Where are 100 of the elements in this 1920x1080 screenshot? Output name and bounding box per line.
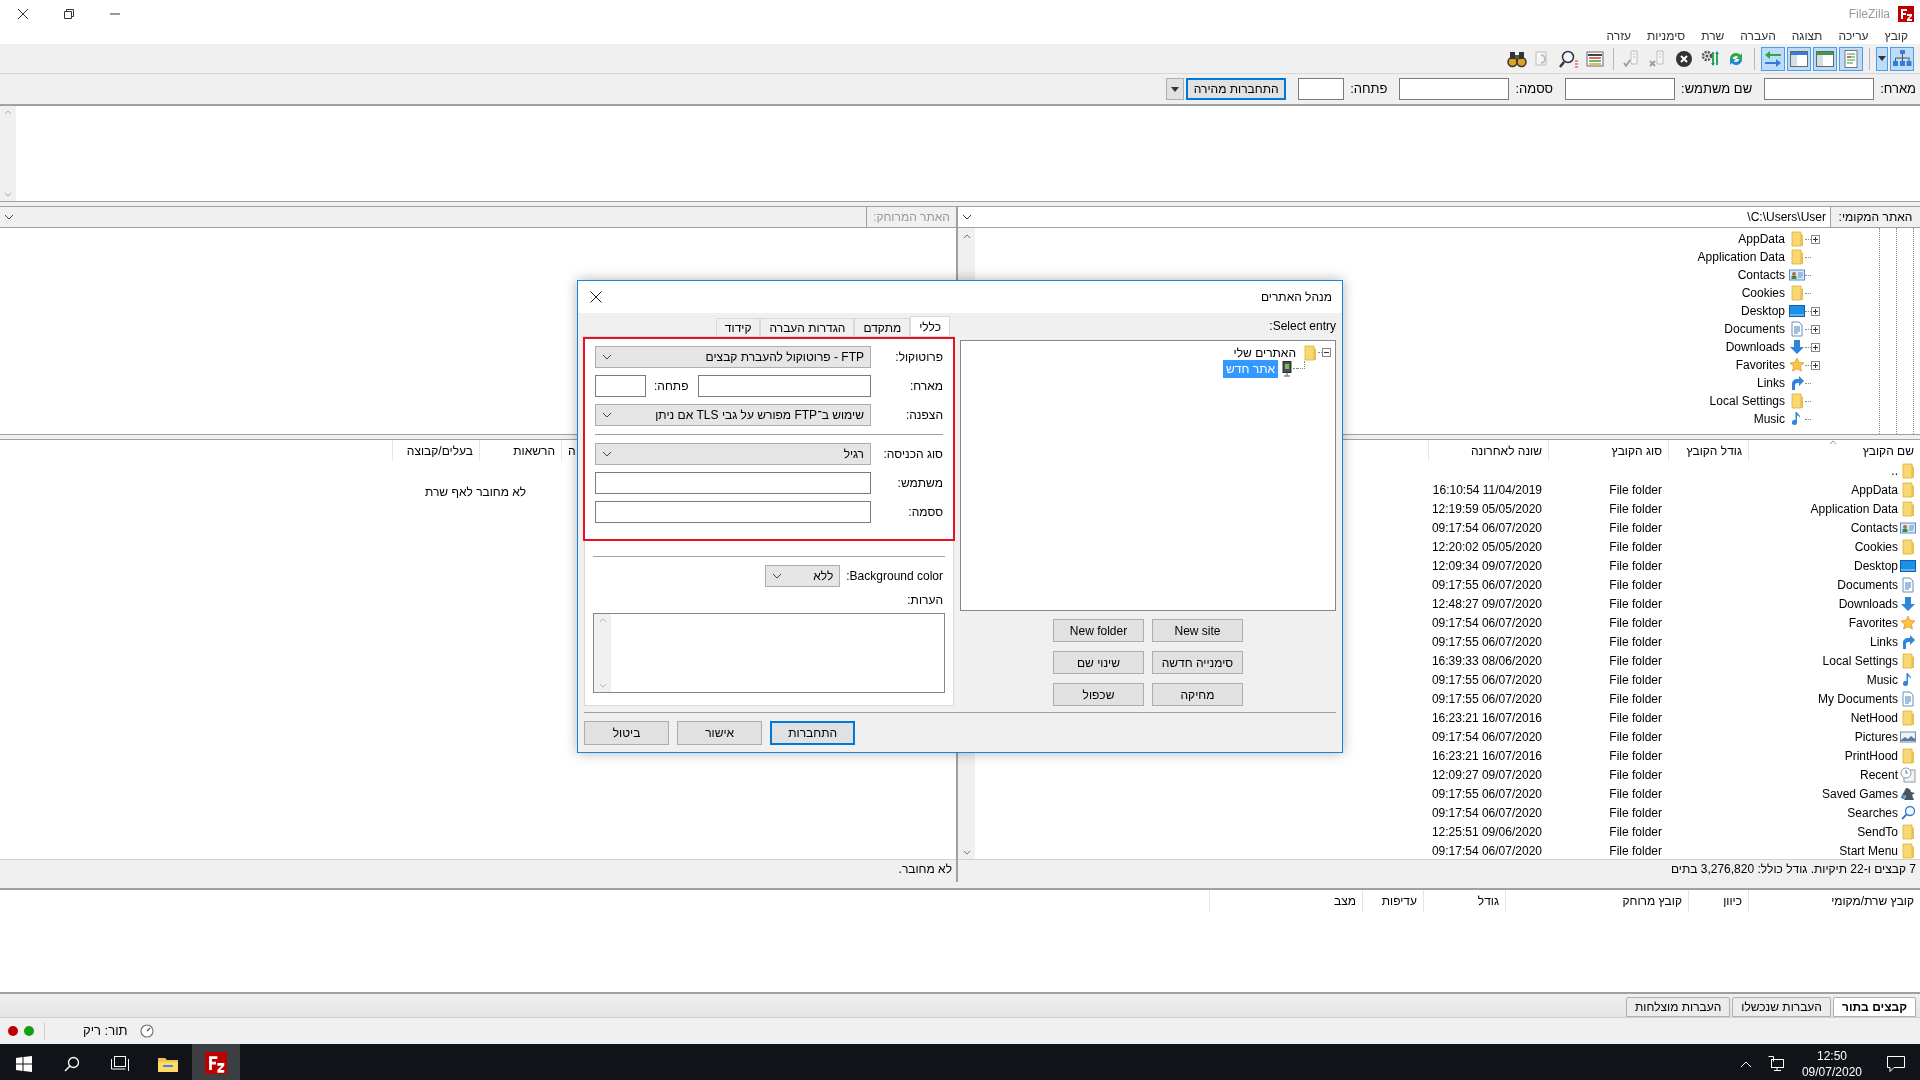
tab[interactable]: מתקדם [854, 318, 911, 336]
table-cell: 09:17:54 06/07/2020 [1431, 729, 1542, 744]
table-cell: 12:19:59 05/05/2020 [1431, 501, 1542, 516]
tree-item[interactable]: Application Data [1697, 248, 1789, 266]
menu-item[interactable]: סימניות [1647, 28, 1686, 44]
dropdown[interactable]: רגיל [595, 443, 871, 465]
file-name[interactable]: Cookies [1854, 537, 1898, 556]
file-name[interactable]: Recent [1859, 765, 1898, 784]
file-name[interactable]: Pictures [1854, 727, 1898, 746]
table-cell: File folder [1609, 501, 1662, 516]
table-cell: 12:09:34 09/07/2020 [1431, 558, 1542, 573]
dropdown[interactable]: ללא [765, 565, 841, 587]
column-header[interactable]: קובץ שרת/מקומי [1831, 892, 1914, 910]
table-cell: 09:17:54 06/07/2020 [1431, 615, 1542, 630]
table-cell: 09:17:55 06/07/2020 [1431, 634, 1542, 649]
column-header[interactable]: שונה לאחרונה [1470, 441, 1542, 460]
dropdown[interactable]: שימוש ב־FTP מפורש על גבי TLS אם ניתן [595, 404, 871, 426]
tree-item[interactable]: Local Settings [1709, 392, 1789, 410]
dialog-button[interactable]: מחיקה [1152, 683, 1243, 706]
tab[interactable]: העברות מוצלחות [1626, 997, 1731, 1017]
file-name[interactable]: PrintHood [1844, 746, 1898, 765]
file-name[interactable]: Searches [1847, 803, 1898, 822]
file-name[interactable]: My Documents [1817, 689, 1898, 708]
table-cell: File folder [1609, 786, 1662, 801]
dialog-button[interactable]: התחברות [770, 721, 856, 745]
table-cell: File folder [1609, 710, 1662, 725]
table-cell: 12:48:27 09/07/2020 [1431, 596, 1542, 611]
column-header[interactable]: כיוון [1723, 892, 1742, 910]
clock-date[interactable]: 09/07/2020 [1801, 1064, 1862, 1080]
tree-item[interactable]: Music [1753, 410, 1789, 428]
file-name[interactable]: Favorites [1848, 613, 1898, 632]
tree-item[interactable]: Contacts [1737, 266, 1789, 284]
dialog-button[interactable]: ביטול [584, 721, 670, 745]
dialog-button[interactable]: סימנייה חדשה [1152, 651, 1243, 674]
column-header[interactable]: ה [568, 441, 576, 460]
tree-item[interactable]: האתרים שלי [1230, 343, 1299, 362]
file-name[interactable]: .. [1891, 461, 1898, 480]
tab[interactable]: הגדרות העברה [760, 318, 855, 336]
dropdown[interactable]: FTP - פרוטוקול להעברת קבצים [595, 346, 871, 368]
file-name[interactable]: SendTo [1857, 822, 1898, 841]
column-header[interactable]: סוג הקובץ [1611, 441, 1662, 460]
menu-item[interactable]: קובץ [1884, 28, 1908, 44]
dialog-button[interactable]: New site [1152, 619, 1243, 642]
tab[interactable]: העברות שנכשלו [1732, 997, 1831, 1017]
tree-item[interactable]: Cookies [1741, 284, 1789, 302]
file-name[interactable]: Documents [1837, 575, 1898, 594]
tab[interactable]: קידוד [715, 318, 761, 336]
field-label: ססמה: [1515, 80, 1554, 99]
dialog-title: מנהל האתרים [1260, 289, 1333, 306]
table-cell: 09:17:55 06/07/2020 [1431, 786, 1542, 801]
table-cell: File folder [1609, 653, 1662, 668]
table-cell: File folder [1609, 729, 1662, 744]
path-field[interactable]: C:\Users\User\ [958, 207, 1830, 227]
column-header[interactable]: הרשאות [513, 441, 555, 460]
clock-time[interactable]: 12:50 [1816, 1048, 1847, 1064]
tree-item[interactable]: AppData [1738, 230, 1789, 248]
file-name[interactable]: NetHood [1850, 708, 1898, 727]
menu-item[interactable]: תצוגה [1791, 28, 1823, 44]
queue-status: תור: ריק [83, 1022, 128, 1041]
file-name[interactable]: Local Settings [1822, 651, 1898, 670]
file-name[interactable]: Start Menu [1839, 841, 1898, 859]
dialog-button[interactable]: שכפול [1053, 683, 1144, 706]
column-header[interactable]: מצב [1334, 892, 1356, 910]
column-header[interactable]: גודל הקובץ [1686, 441, 1742, 460]
column-header[interactable]: שם הקובץ [1862, 441, 1914, 460]
file-name[interactable]: AppData [1851, 480, 1898, 499]
tree-item[interactable]: Documents [1724, 320, 1789, 338]
file-name[interactable]: Downloads [1838, 594, 1898, 613]
field-label: מארח: [1880, 80, 1916, 99]
column-header[interactable]: בעלים/קבוצה [406, 441, 473, 460]
status-text: לא מחובר. [898, 861, 952, 878]
tab[interactable]: כללי [910, 316, 950, 336]
file-name[interactable]: Contacts [1850, 518, 1898, 537]
file-name[interactable]: Application Data [1810, 499, 1898, 518]
tree-item[interactable]: Downloads [1725, 338, 1789, 356]
table-cell: 16:39:33 08/06/2020 [1431, 653, 1542, 668]
file-name[interactable]: Links [1870, 632, 1898, 651]
column-header[interactable]: גודל [1477, 892, 1499, 910]
dialog-button[interactable]: אישור [677, 721, 763, 745]
file-name[interactable]: Music [1866, 670, 1898, 689]
file-name[interactable]: Desktop [1853, 556, 1898, 575]
tree-item[interactable]: Links [1757, 374, 1789, 392]
column-header[interactable]: קובץ מרוחק [1622, 892, 1682, 910]
table-cell: 09:17:54 06/07/2020 [1431, 843, 1542, 858]
field-label: פתחה: [1350, 80, 1388, 99]
menu-item[interactable]: עריכה [1838, 28, 1869, 44]
table-cell: 12:09:27 09/07/2020 [1431, 767, 1542, 782]
tree-item[interactable]: Favorites [1735, 356, 1789, 374]
column-header[interactable]: עדיפות [1381, 892, 1417, 910]
table-cell: File folder [1609, 520, 1662, 535]
menu-item[interactable]: שרת [1701, 28, 1725, 44]
file-name[interactable]: Saved Games [1821, 784, 1898, 803]
tree-item[interactable]: Desktop [1740, 302, 1789, 320]
tab[interactable]: קבצים בתור [1832, 997, 1916, 1017]
menu-item[interactable]: עזרה [1606, 28, 1631, 44]
quickconnect-button[interactable]: התחברות מהירה [1186, 78, 1287, 100]
dialog-button[interactable]: שינוי שם [1053, 651, 1144, 674]
table-cell: File folder [1609, 691, 1662, 706]
dialog-button[interactable]: New folder [1053, 619, 1144, 642]
menu-item[interactable]: העברה [1740, 28, 1776, 44]
